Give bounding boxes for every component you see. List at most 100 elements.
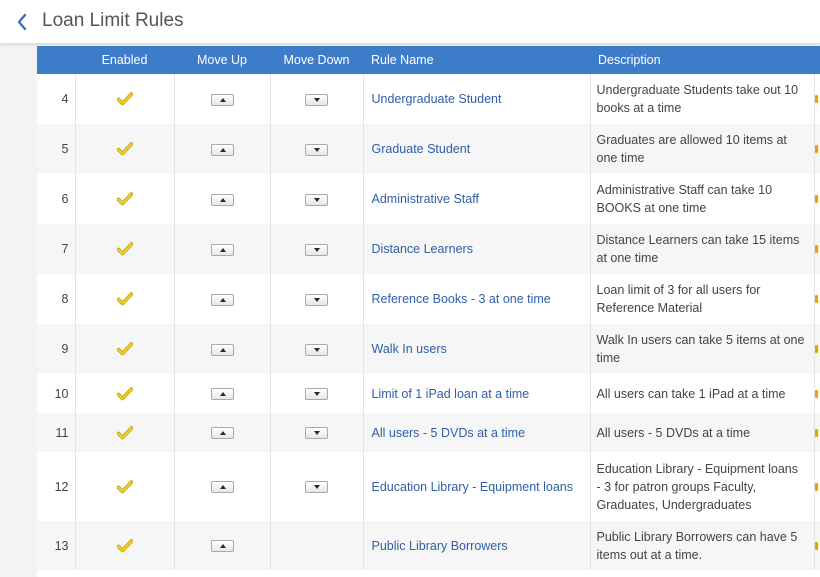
table-row[interactable]: 11 All users - 5 DVDs at a time All users …	[37, 413, 820, 452]
row-status-marker	[814, 245, 818, 253]
move-down-cell	[270, 124, 364, 174]
arrow-up-icon	[219, 197, 226, 202]
column-header-move-down[interactable]: Move Down	[270, 46, 363, 74]
move-down-cell	[270, 174, 364, 224]
arrow-down-icon	[314, 297, 320, 302]
row-status-marker	[814, 389, 818, 398]
rule-description: Education Library - Equipment loans - 3 …	[590, 452, 815, 521]
table-row[interactable]: 6 Administrative Staff Administrative Staf…	[37, 174, 820, 224]
table-row[interactable]: 7 Distance Learners Distance Learners can …	[37, 224, 820, 274]
move-up-cell	[174, 374, 271, 413]
table-row[interactable]: 12 Education Library - Equipment loans Edu…	[37, 452, 820, 521]
move-down-button[interactable]	[305, 481, 328, 494]
rule-description: Administrative Staff can take 10 BOOKS a…	[590, 174, 815, 224]
arrow-up-icon	[219, 431, 226, 436]
rule-name-link[interactable]: Graduate Student	[372, 142, 471, 156]
rule-description: All users - 5 DVDs at a time	[590, 413, 815, 452]
rules-table: Enabled Move Up Move Down Rule Name Desc…	[37, 46, 820, 570]
rule-name-cell: Undergraduate Student	[363, 74, 591, 124]
arrow-up-icon	[219, 147, 226, 152]
move-up-cell	[174, 224, 271, 274]
move-down-button[interactable]	[305, 343, 328, 356]
row-status-marker	[814, 145, 818, 153]
move-down-cell	[270, 413, 364, 452]
checkmark-icon	[116, 480, 133, 494]
rule-name-cell: Reference Books - 3 at one time	[363, 274, 591, 324]
rule-name-link[interactable]: Education Library - Equipment loans	[372, 480, 574, 494]
column-header-rule-name[interactable]: Rule Name	[363, 46, 590, 74]
move-up-button[interactable]	[210, 427, 234, 440]
move-down-cell	[270, 374, 364, 413]
arrow-up-icon	[219, 247, 226, 252]
move-down-button[interactable]	[305, 143, 328, 156]
arrow-up-icon	[219, 544, 226, 549]
table-row[interactable]: 4 Undergraduate Student Undergraduate Stud…	[37, 74, 820, 124]
rule-name-cell: Limit of 1 iPad loan at a time	[363, 374, 591, 413]
move-up-button[interactable]	[210, 143, 234, 156]
back-button[interactable]	[11, 9, 35, 35]
enabled-cell[interactable]	[75, 124, 175, 174]
rule-name-link[interactable]: Reference Books - 3 at one time	[372, 292, 551, 306]
column-header-move-up[interactable]: Move Up	[174, 46, 270, 74]
move-down-button[interactable]	[305, 427, 328, 440]
row-extra-cell	[814, 124, 820, 174]
move-up-button[interactable]	[210, 343, 234, 356]
enabled-cell[interactable]	[75, 413, 175, 452]
move-up-button[interactable]	[210, 481, 234, 494]
column-header-enabled[interactable]: Enabled	[75, 46, 174, 74]
enabled-cell[interactable]	[75, 274, 175, 324]
row-extra-cell	[814, 74, 820, 124]
rule-description: Public Library Borrowers can have 5 item…	[590, 521, 815, 570]
enabled-cell[interactable]	[75, 374, 175, 413]
move-down-button[interactable]	[305, 243, 328, 256]
rule-name-link[interactable]: Undergraduate Student	[372, 92, 502, 106]
checkmark-icon	[116, 387, 133, 401]
rule-number: 5	[37, 124, 76, 174]
rule-name-link[interactable]: Public Library Borrowers	[372, 539, 508, 553]
row-status-marker	[814, 195, 818, 203]
enabled-cell[interactable]	[75, 174, 175, 224]
rule-name-link[interactable]: Distance Learners	[372, 242, 473, 256]
move-down-button[interactable]	[305, 193, 328, 206]
table-row[interactable]: 13 Public Library Borrowers Public Library…	[37, 521, 820, 570]
rule-name-link[interactable]: All users - 5 DVDs at a time	[372, 426, 526, 440]
move-down-button[interactable]	[305, 388, 328, 401]
enabled-cell[interactable]	[75, 224, 175, 274]
arrow-down-icon	[314, 485, 320, 490]
arrow-down-icon	[314, 347, 320, 352]
enabled-cell[interactable]	[75, 452, 175, 521]
move-up-button[interactable]	[210, 193, 234, 206]
table-body: 4 Undergraduate Student Undergraduate Stud…	[37, 74, 820, 570]
checkmark-icon	[116, 142, 133, 156]
move-up-button[interactable]	[210, 243, 234, 256]
move-up-cell	[174, 521, 271, 570]
move-up-cell	[174, 74, 271, 124]
move-up-button[interactable]	[210, 293, 234, 306]
column-header-description[interactable]: Description	[590, 46, 814, 74]
move-up-button[interactable]	[210, 93, 234, 106]
table-row[interactable]: 8 Reference Books - 3 at one time Loan lim…	[37, 274, 820, 324]
rule-name-link[interactable]: Limit of 1 iPad loan at a time	[372, 387, 530, 401]
chevron-left-icon	[17, 13, 27, 31]
move-down-button[interactable]	[305, 293, 328, 306]
move-up-button[interactable]	[210, 388, 234, 401]
row-extra-cell	[814, 174, 820, 224]
enabled-cell[interactable]	[75, 74, 175, 124]
rule-description: Undergraduate Students take out 10 books…	[590, 74, 815, 124]
column-header-extra	[814, 46, 820, 74]
table-row[interactable]: 10 Limit of 1 iPad loan at a time All user…	[37, 374, 820, 413]
move-down-cell	[270, 452, 364, 521]
table-header-row: Enabled Move Up Move Down Rule Name Desc…	[37, 46, 820, 74]
checkmark-icon	[116, 242, 133, 256]
arrow-down-icon	[314, 197, 320, 202]
table-row[interactable]: 5 Graduate Student Graduates are allowed 1…	[37, 124, 820, 174]
move-up-button[interactable]	[210, 540, 234, 553]
table-row[interactable]: 9 Walk In users Walk In users can take 5 i…	[37, 324, 820, 374]
rule-name-link[interactable]: Administrative Staff	[372, 192, 479, 206]
rule-name-link[interactable]: Walk In users	[372, 342, 447, 356]
arrow-up-icon	[219, 347, 226, 352]
enabled-cell[interactable]	[75, 324, 175, 374]
enabled-cell[interactable]	[75, 521, 175, 570]
move-down-button[interactable]	[305, 93, 328, 106]
arrow-down-icon	[314, 247, 320, 252]
